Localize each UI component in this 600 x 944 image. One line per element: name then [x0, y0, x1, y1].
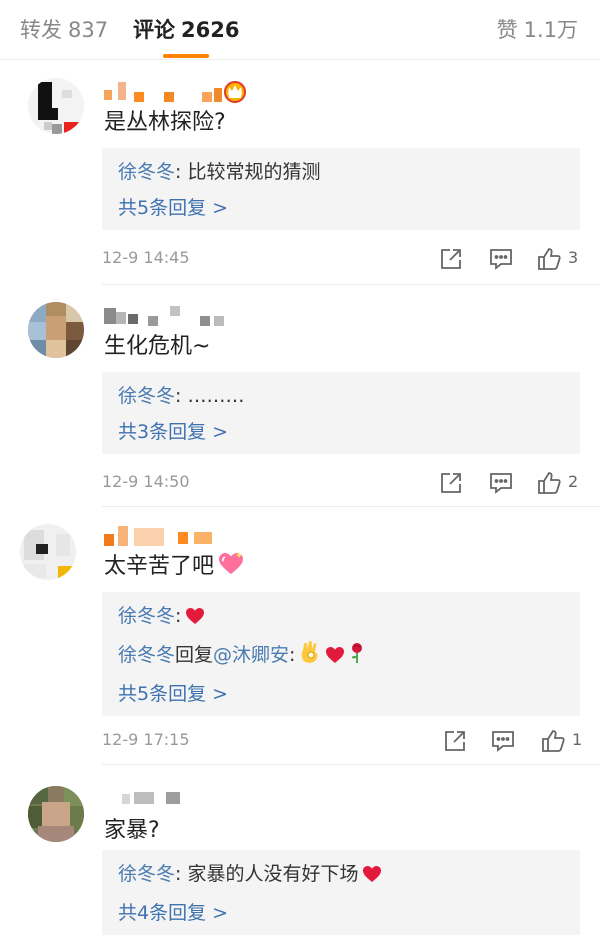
username[interactable]	[104, 524, 264, 548]
heart-icon	[325, 640, 345, 676]
comment-text: 家暴?	[104, 818, 160, 843]
reply-mid-text: 回复	[175, 644, 214, 666]
reply-text: : ………	[175, 385, 245, 407]
share-icon[interactable]	[438, 470, 464, 496]
reply-text: : 比较常规的猜测	[175, 161, 321, 183]
reply-author[interactable]: 徐冬冬	[118, 605, 175, 627]
comment-icon[interactable]	[490, 728, 516, 754]
reply-box[interactable]: 徐冬冬: 家暴的人没有好下场 共4条回复 >	[102, 850, 580, 935]
reply-box[interactable]: 徐冬冬: ……… 共3条回复 >	[102, 372, 580, 454]
like-icon[interactable]	[536, 246, 562, 272]
comment-icon[interactable]	[488, 470, 514, 496]
like-icon[interactable]	[540, 728, 566, 754]
avatar[interactable]	[20, 524, 76, 580]
username[interactable]	[104, 788, 264, 812]
comment-icon[interactable]	[488, 246, 514, 272]
reply-author[interactable]: 徐冬冬	[118, 385, 175, 407]
rose-icon	[349, 640, 365, 676]
more-replies-link[interactable]: 共5条回复 >	[118, 190, 564, 226]
mention-link[interactable]: @沐卿安	[213, 644, 289, 666]
reply-line: 徐冬冬: ………	[118, 378, 564, 414]
heart-icon	[362, 859, 382, 895]
tab-likes-label: 赞	[496, 18, 518, 42]
share-icon[interactable]	[442, 728, 468, 754]
active-tab-indicator	[163, 54, 209, 58]
comment-text: 是丛林探险?	[104, 110, 226, 135]
like-icon[interactable]	[536, 470, 562, 496]
avatar[interactable]	[28, 302, 84, 358]
comment-meta: 12-9 14:50 2	[102, 468, 580, 498]
reply-author[interactable]: 徐冬冬	[118, 644, 175, 666]
comment-text: 生化危机~	[104, 334, 211, 359]
heart-icon	[185, 601, 205, 637]
comment-time: 12-9 14:45	[102, 248, 190, 267]
avatar[interactable]	[28, 78, 84, 134]
comment-meta: 12-9 17:15 1	[102, 726, 583, 756]
avatar[interactable]	[28, 786, 84, 842]
reply-line: 徐冬冬: 比较常规的猜测	[118, 154, 564, 190]
reply-text: :	[175, 605, 182, 627]
like-count: 3	[568, 248, 579, 267]
sparkling-heart-icon	[218, 552, 244, 585]
tab-bar: 转发 837 评论 2626 赞 1.1万	[0, 0, 600, 60]
divider	[102, 506, 600, 507]
comment-text: 太辛苦了吧	[104, 552, 244, 585]
reply-line: 徐冬冬: 家暴的人没有好下场	[118, 856, 564, 895]
tab-comments-count: 2626	[181, 18, 240, 42]
tab-comments[interactable]: 评论 2626	[133, 16, 239, 44]
comment-meta: 12-9 14:45 3	[102, 244, 580, 274]
tab-repost-count: 837	[68, 18, 109, 42]
reply-box[interactable]: 徐冬冬: 比较常规的猜测 共5条回复 >	[102, 148, 580, 230]
comment-time: 12-9 14:50	[102, 472, 190, 491]
reply-line: 徐冬冬:	[118, 598, 564, 637]
like-count: 2	[568, 472, 579, 491]
reply-text: :	[289, 644, 296, 666]
tab-comments-label: 评论	[133, 18, 175, 42]
divider	[102, 284, 600, 285]
share-icon[interactable]	[438, 246, 464, 272]
comment-time: 12-9 17:15	[102, 730, 190, 749]
reply-text: : 家暴的人没有好下场	[175, 863, 359, 885]
username[interactable]	[104, 304, 264, 328]
ok-hand-icon	[299, 640, 321, 676]
reply-author[interactable]: 徐冬冬	[118, 863, 175, 885]
reply-author[interactable]: 徐冬冬	[118, 161, 175, 183]
tab-likes[interactable]: 赞 1.1万	[497, 16, 578, 44]
tab-repost-label: 转发	[20, 18, 62, 42]
like-count: 1	[572, 730, 583, 749]
more-replies-link[interactable]: 共5条回复 >	[118, 676, 564, 712]
tab-repost[interactable]: 转发 837	[20, 16, 108, 44]
more-replies-link[interactable]: 共4条回复 >	[118, 895, 564, 931]
crown-badge-icon	[222, 78, 248, 108]
more-replies-link[interactable]: 共3条回复 >	[118, 414, 564, 450]
reply-box[interactable]: 徐冬冬: 徐冬冬回复@沐卿安: 共5条回复 >	[102, 592, 580, 716]
divider	[102, 764, 600, 765]
comment-text-content: 太辛苦了吧	[104, 554, 215, 579]
tab-likes-count: 1.1万	[523, 18, 578, 42]
reply-line: 徐冬冬回复@沐卿安:	[118, 637, 564, 676]
